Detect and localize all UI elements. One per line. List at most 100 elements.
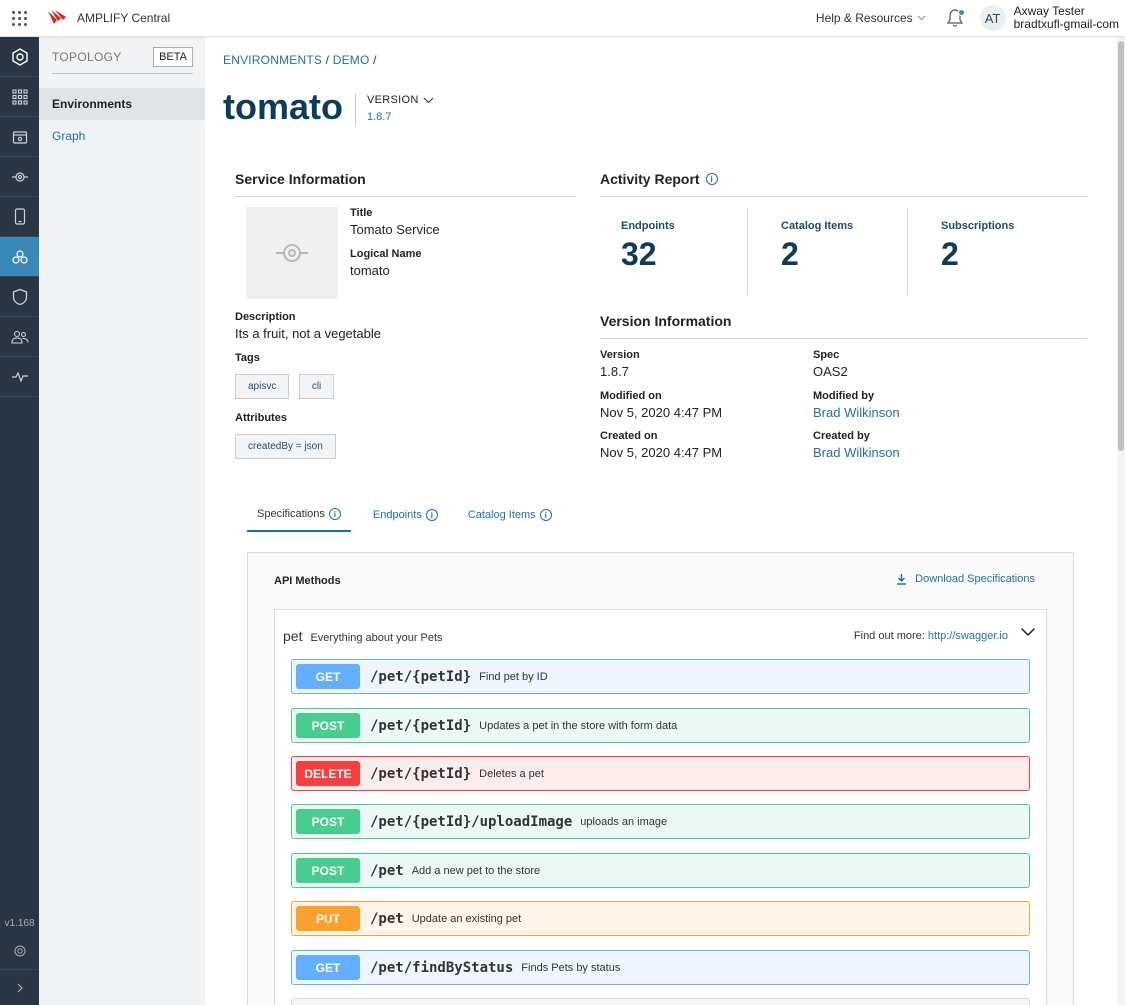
title-divider: [355, 94, 356, 126]
tab-specifications[interactable]: Specifications i: [247, 508, 351, 532]
tags-field: Tags apisvc cli: [235, 352, 339, 399]
rail-mobile-icon[interactable]: [0, 197, 39, 237]
main-content: ENVIRONMENTS / DEMO / tomato VERSION 1.8…: [205, 37, 1120, 1005]
info-icon: i: [539, 509, 552, 521]
method-badge: GET: [296, 664, 360, 689]
service-placeholder-icon: [276, 244, 308, 262]
page-title: tomato: [223, 86, 343, 127]
operation-summary: Deletes a pet: [479, 767, 544, 780]
user-email: bradtxufl-gmail-com: [1013, 17, 1119, 31]
axway-logo-icon: [48, 10, 66, 24]
method-badge: GET: [296, 955, 360, 980]
rail-security-shield-icon[interactable]: [0, 277, 39, 317]
notification-dot: [957, 9, 965, 16]
stat-catalog-items: Catalog Items 2: [781, 220, 854, 272]
method-badge: DELETE: [296, 761, 360, 786]
subnav-item-environments[interactable]: Environments: [39, 88, 205, 120]
breadcrumb-environments[interactable]: ENVIRONMENTS: [223, 53, 322, 67]
notifications-bell-icon[interactable]: [946, 8, 966, 28]
download-specifications-button[interactable]: Download Specifications: [896, 573, 1035, 585]
find-out-more: Find out more: http://swagger.io: [853, 630, 1008, 642]
app-switcher-icon[interactable]: [0, 0, 39, 37]
info-icon[interactable]: i: [705, 173, 718, 185]
attribute-chip: createdBy = json: [235, 434, 336, 459]
operation-row[interactable]: PUT /pet Update an existing pet: [291, 901, 1030, 936]
user-info[interactable]: Axway Tester bradtxufl-gmail-com: [1014, 5, 1119, 31]
pet-group-header[interactable]: pet Everything about your Pets: [283, 628, 443, 644]
activity-report-heading: Activity Report i: [600, 171, 1087, 197]
rail-expand-icon[interactable]: [0, 969, 39, 1005]
stat-divider: [907, 208, 908, 295]
operation-summary: uploads an image: [580, 815, 668, 828]
brand[interactable]: AMPLIFY Central: [47, 9, 170, 27]
operation-summary: Updates a pet in the store with form dat…: [479, 719, 678, 732]
chevron-down-icon: [917, 15, 925, 21]
version-label: VERSION: [367, 94, 419, 106]
operation-path: /pet/{petId}/uploadImage: [370, 813, 573, 830]
operation-summary: Update an existing pet: [411, 912, 522, 925]
help-resources-menu[interactable]: Help & Resources: [816, 11, 926, 25]
operation-row[interactable]: POST /pet/{petId} Updates a pet in the s…: [291, 708, 1030, 743]
version-field: Version 1.8.7: [600, 349, 640, 379]
created-on-field: Created on Nov 5, 2020 4:47 PM: [600, 430, 723, 460]
help-label: Help & Resources: [815, 11, 913, 25]
service-title-field: Title Tomato Service: [350, 207, 440, 237]
tab-bar: Specifications i Endpoints i Catalog Ite…: [247, 508, 574, 532]
operation-path: /pet/findByStatus: [370, 959, 514, 976]
rail-home-icon[interactable]: [0, 37, 39, 77]
modified-on-field: Modified on Nov 5, 2020 4:47 PM: [600, 390, 723, 420]
info-icon: i: [425, 509, 438, 521]
breadcrumb: ENVIRONMENTS / DEMO /: [223, 53, 377, 67]
tab-endpoints[interactable]: Endpoints i: [365, 508, 446, 532]
info-icon: i: [328, 508, 341, 520]
breadcrumb-demo[interactable]: DEMO: [333, 53, 370, 67]
rail-teams-icon[interactable]: [0, 317, 39, 357]
version-value: 1.8.7: [367, 111, 392, 123]
rail-monitoring-icon[interactable]: [0, 357, 39, 397]
operation-path: /pet/{petId}: [370, 668, 472, 685]
swagger-link[interactable]: http://swagger.io: [928, 630, 1008, 642]
operation-row[interactable]: GET /pet/findByStatus Finds Pets by stat…: [291, 950, 1030, 985]
left-rail: v1.168: [0, 37, 39, 1005]
description-field: Description Its a fruit, not a vegetable: [235, 311, 381, 341]
subnav-item-graph[interactable]: Graph: [39, 120, 205, 152]
created-by-link[interactable]: Brad Wilkinson: [813, 445, 900, 460]
operation-row[interactable]: GET /pet/{petId} Find pet by ID: [291, 659, 1030, 694]
description-value: Its a fruit, not a vegetable: [235, 326, 381, 341]
tag-chip: cli: [298, 374, 335, 399]
rail-help-icon[interactable]: [0, 939, 39, 963]
download-icon: [897, 574, 907, 585]
rail-topology-icon[interactable]: [0, 237, 39, 277]
operation-row-partial[interactable]: [291, 998, 1030, 1005]
method-badge: POST: [296, 713, 360, 738]
method-badge: PUT: [296, 906, 360, 931]
topology-subnav: TOPOLOGY BETA Environments Graph: [39, 37, 205, 1005]
beta-badge: BETA: [153, 47, 193, 67]
stat-endpoints: Endpoints 32: [621, 220, 675, 272]
scrollbar-thumb[interactable]: [1118, 41, 1124, 451]
rail-marketplace-icon[interactable]: [0, 117, 39, 157]
modified-by-link[interactable]: Brad Wilkinson: [813, 405, 900, 420]
operation-row[interactable]: POST /pet Add a new pet to the store: [291, 853, 1030, 888]
operation-row[interactable]: DELETE /pet/{petId} Deletes a pet: [291, 756, 1030, 791]
method-badge: POST: [296, 858, 360, 883]
group-name: pet: [283, 628, 303, 644]
rail-api-proxy-icon[interactable]: [0, 157, 39, 197]
rail-catalog-grid-icon[interactable]: [0, 77, 39, 117]
group-description: Everything about your Pets: [310, 632, 443, 644]
service-image: [246, 207, 338, 299]
version-selector[interactable]: VERSION 1.8.7: [367, 94, 434, 123]
subnav-title: TOPOLOGY: [52, 50, 122, 64]
service-title-value: Tomato Service: [350, 222, 440, 237]
page-scrollbar[interactable]: [1117, 37, 1125, 1005]
attributes-field: Attributes createdBy = json: [235, 412, 341, 459]
operation-path: /pet/{petId}: [370, 717, 472, 734]
collapse-chevron-icon[interactable]: [1020, 624, 1036, 642]
avatar[interactable]: AT: [979, 5, 1006, 31]
tab-catalog-items[interactable]: Catalog Items i: [460, 508, 560, 532]
service-info-heading: Service Information: [235, 171, 576, 197]
version-info-heading: Version Information: [600, 313, 1087, 339]
spec-field: Spec OAS2: [813, 349, 848, 379]
api-methods-panel: API Methods Download Specifications pet …: [247, 552, 1074, 1005]
operation-row[interactable]: POST /pet/{petId}/uploadImage uploads an…: [291, 804, 1030, 839]
